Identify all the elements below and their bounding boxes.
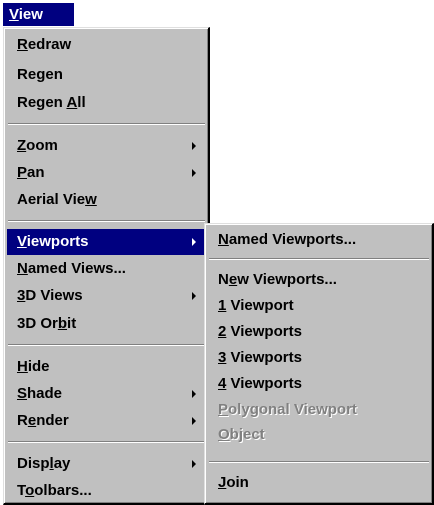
label-suffix: Viewport <box>226 297 294 314</box>
viewports-submenu: Named Viewports... New Viewports... 1 Vi… <box>204 223 434 505</box>
label-mnemonic: o <box>25 482 35 499</box>
label-mnemonic: g <box>36 66 46 83</box>
menu-item-pan[interactable]: Pan <box>7 160 206 186</box>
label-suffix: an <box>27 164 45 181</box>
label-suffix: edraw <box>27 36 72 53</box>
label-prefix: Disp <box>17 455 50 472</box>
label-suffix: oom <box>26 137 58 154</box>
label-suffix: iewports <box>26 233 89 250</box>
submenu-item-named-viewports[interactable]: Named Viewports... <box>208 227 430 253</box>
label-mnemonic: P <box>17 164 28 181</box>
label-prefix: T <box>17 482 26 499</box>
label-mnemonic: A <box>66 94 78 111</box>
label-suffix: ay <box>53 455 71 472</box>
label-mnemonic: e <box>228 271 238 288</box>
label-suffix: w Viewports... <box>237 271 337 288</box>
label-suffix: ide <box>27 358 50 375</box>
label-suffix: amed Views... <box>27 260 126 277</box>
menu-separator <box>8 220 205 222</box>
menu-separator <box>209 258 429 260</box>
menu-item-render[interactable]: Render <box>7 408 206 434</box>
menu-item-aerial-view[interactable]: Aerial View <box>7 187 206 213</box>
menu-item-redraw[interactable]: Redraw <box>7 32 206 58</box>
label-mnemonic: V <box>17 233 27 250</box>
submenu-arrow-icon <box>192 460 196 468</box>
label-mnemonic: e <box>27 412 37 429</box>
label-suffix: Viewports <box>226 323 302 340</box>
label-suffix: ll <box>77 94 86 111</box>
menu-item-shade[interactable]: Shade <box>7 381 206 407</box>
label-mnemonic: Z <box>17 137 27 154</box>
label-suffix: en <box>45 66 63 83</box>
label-suffix: Viewports <box>226 375 302 392</box>
menu-separator <box>209 461 429 463</box>
menu-separator <box>8 441 205 443</box>
label-suffix: D Views <box>25 287 83 304</box>
label-suffix: oin <box>226 474 249 491</box>
label-suffix: nder <box>36 412 69 429</box>
label-mnemonic: H <box>17 358 28 375</box>
label-prefix: Aerial Vie <box>17 191 86 208</box>
menu-item-regen-all[interactable]: Regen All <box>7 90 206 116</box>
label-prefix: N <box>218 271 229 288</box>
label-mnemonic: P <box>218 401 229 418</box>
submenu-arrow-icon <box>192 390 196 398</box>
submenu-arrow-icon <box>192 142 196 150</box>
label-prefix: 3D Or <box>17 315 58 332</box>
label-prefix: R <box>17 412 28 429</box>
menu-item-hide[interactable]: Hide <box>7 354 206 380</box>
submenu-item-new-viewports[interactable]: New Viewports... <box>208 267 430 293</box>
label-suffix: Viewports <box>226 349 302 366</box>
menu-item-3d-orbit[interactable]: 3D Orbit <box>7 311 206 337</box>
submenu-item-1-viewport[interactable]: 1 Viewport <box>208 293 430 319</box>
menu-title-mnemonic: V <box>9 6 19 23</box>
submenu-item-3-viewports[interactable]: 3 Viewports <box>208 345 430 371</box>
submenu-item-object: Object <box>208 422 430 448</box>
submenu-arrow-icon <box>192 292 196 300</box>
label-mnemonic: O <box>218 426 230 443</box>
label-mnemonic: N <box>218 231 229 248</box>
submenu-item-polygonal-viewport: Polygonal Viewport <box>208 397 430 423</box>
view-menu-title[interactable]: View <box>3 3 74 26</box>
submenu-item-join[interactable]: Join <box>208 470 430 496</box>
label-mnemonic: w <box>85 191 97 208</box>
menu-item-toolbars[interactable]: Toolbars... <box>7 478 206 504</box>
menu-item-regen[interactable]: Regen <box>7 62 206 88</box>
menu-item-display[interactable]: Display <box>7 451 206 477</box>
submenu-arrow-icon <box>192 238 196 246</box>
submenu-item-2-viewports[interactable]: 2 Viewports <box>208 319 430 345</box>
submenu-item-4-viewports[interactable]: 4 Viewports <box>208 371 430 397</box>
menu-item-named-views[interactable]: Named Views... <box>7 256 206 282</box>
label-suffix: olbars... <box>34 482 92 499</box>
label-mnemonic: b <box>57 315 68 332</box>
view-dropdown-menu: Redraw Regen Regen All Zoom Pan Aerial V… <box>3 27 210 505</box>
label-mnemonic: N <box>17 260 28 277</box>
submenu-arrow-icon <box>192 169 196 177</box>
label-mnemonic: R <box>17 36 28 53</box>
label-suffix: hade <box>27 385 63 402</box>
menu-separator <box>8 123 205 125</box>
menu-item-viewports[interactable]: Viewports <box>7 229 206 255</box>
label-prefix: Regen <box>17 94 67 111</box>
menu-title-label: iew <box>18 6 43 23</box>
submenu-arrow-icon <box>192 417 196 425</box>
menu-item-zoom[interactable]: Zoom <box>7 133 206 159</box>
label-prefix: Re <box>17 66 37 83</box>
label-suffix: olygonal Viewport <box>228 401 357 418</box>
label-suffix: it <box>67 315 77 332</box>
menu-item-3d-views[interactable]: 3D Views <box>7 283 206 309</box>
label-mnemonic: S <box>17 385 28 402</box>
menu-separator <box>8 344 205 346</box>
label-suffix: bject <box>229 426 265 443</box>
label-suffix: amed Viewports... <box>228 231 357 248</box>
